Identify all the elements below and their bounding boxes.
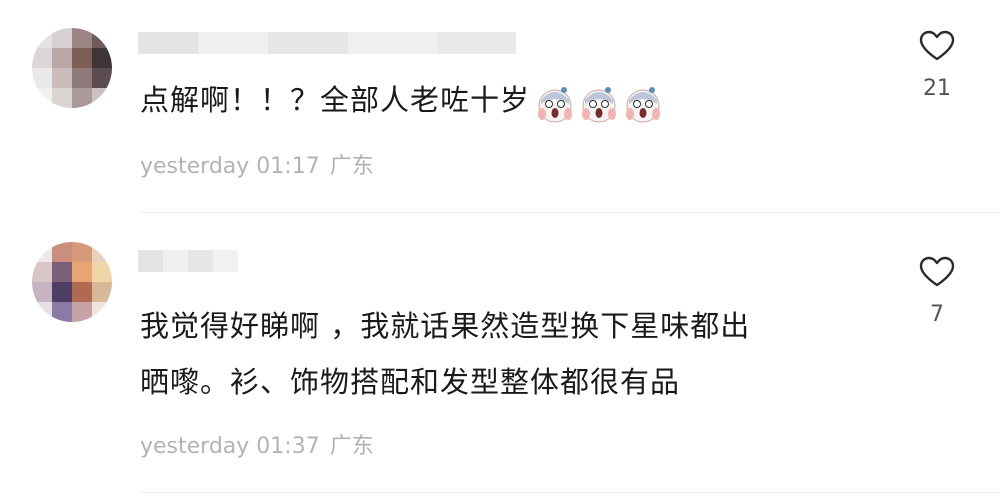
screaming-face-icon <box>582 87 617 123</box>
username-mosaic <box>138 250 238 272</box>
comment-item: 点解啊！！？全部人老咗十岁 yesterday 01:17 广东 21 <box>0 0 1000 214</box>
comment-text-line: 我觉得好睇啊 ，我就话果然造型换下星味都出 <box>140 309 751 343</box>
comment-text: 我觉得好睇啊 ，我就话果然造型换下星味都出 晒嚟。衫、饰物搭配和发型整体都很有品 <box>140 298 750 410</box>
emoji-group <box>536 74 668 130</box>
divider <box>140 492 1000 493</box>
heart-icon[interactable] <box>919 30 955 62</box>
comment-item: 我觉得好睇啊 ，我就话果然造型换下星味都出 晒嚟。衫、饰物搭配和发型整体都很有品… <box>0 214 1000 494</box>
comment-text: 点解啊！！？全部人老咗十岁 <box>140 72 668 130</box>
comment-location: 广东 <box>329 434 374 459</box>
avatar-mosaic <box>32 28 112 108</box>
username-redacted[interactable] <box>138 250 238 272</box>
like-count: 7 <box>930 302 944 327</box>
like-control[interactable]: 7 <box>912 256 962 327</box>
comment-text-line: 晒嚟。衫、饰物搭配和发型整体都很有品 <box>140 365 681 399</box>
avatar-pixelated[interactable] <box>32 28 112 108</box>
divider <box>140 212 1000 213</box>
like-count: 21 <box>923 76 951 101</box>
comment-time: yesterday 01:17 <box>140 154 320 179</box>
avatar-mosaic <box>32 242 112 322</box>
comment-meta: yesterday 01:17 广东 <box>140 148 374 180</box>
username-redacted[interactable] <box>138 32 516 54</box>
screaming-face-icon <box>538 87 573 123</box>
avatar-pixelated[interactable] <box>32 242 112 322</box>
heart-icon[interactable] <box>919 256 955 288</box>
comment-meta: yesterday 01:37 广东 <box>140 428 374 460</box>
comment-text-line: 点解啊！！？全部人老咗十岁 <box>140 72 668 130</box>
comment-location: 广东 <box>329 154 374 179</box>
screaming-face-icon <box>626 87 661 123</box>
comment-time: yesterday 01:37 <box>140 434 320 459</box>
username-mosaic <box>138 32 516 54</box>
like-control[interactable]: 21 <box>912 30 962 101</box>
